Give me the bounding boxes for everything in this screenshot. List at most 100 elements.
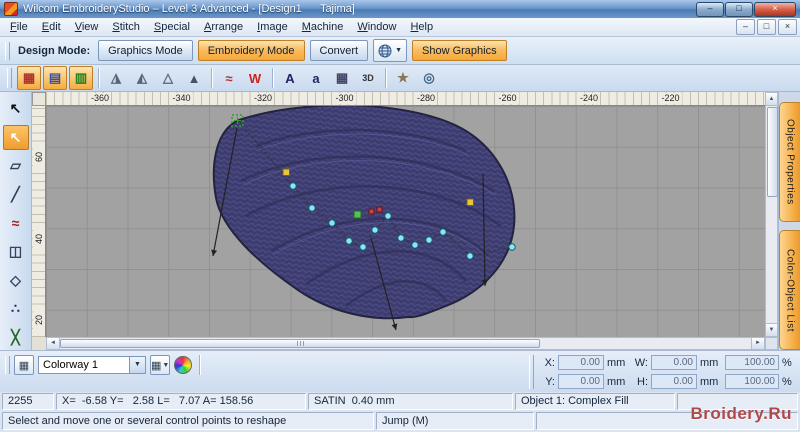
stitch-edit-tool[interactable]: ≈: [3, 210, 29, 236]
title-bar[interactable]: Wilcom EmbroideryStudio – Level 3 Advanc…: [0, 0, 800, 18]
menu-special[interactable]: Special: [147, 18, 197, 36]
menu-image[interactable]: Image: [250, 18, 295, 36]
coordinates-panel: X: mm W: mm % Y: mm H: mm %: [529, 354, 794, 390]
pointer-mode-icon[interactable]: ▦: [17, 66, 41, 90]
close-button[interactable]: ×: [754, 1, 796, 17]
ring-fill-icon[interactable]: ◎: [417, 66, 441, 90]
menu-window[interactable]: Window: [350, 18, 403, 36]
design-view-icon[interactable]: ▥: [69, 66, 93, 90]
selected-object-status: Object 1: Complex Fill: [515, 393, 675, 410]
measure-tool[interactable]: ╳: [3, 325, 29, 351]
chevron-down-icon[interactable]: ▼: [129, 357, 145, 373]
toolbar-separator: [211, 68, 212, 88]
property-bar: ▦ Colorway 1 ▼ ▦ ▼ X: mm W: mm %: [0, 350, 800, 392]
colorway-cluster: ▦ Colorway 1 ▼ ▦ ▼: [5, 355, 203, 375]
menu-help[interactable]: Help: [403, 18, 440, 36]
scale-y-input[interactable]: [725, 374, 779, 389]
embroidery-mode-button[interactable]: Embroidery Mode: [197, 40, 305, 61]
h-label: H:: [637, 375, 648, 388]
ruler-tick: 40: [33, 228, 45, 249]
x-input[interactable]: [558, 355, 604, 370]
scroll-right-icon[interactable]: ►: [751, 338, 764, 349]
menu-edit[interactable]: Edit: [35, 18, 68, 36]
menu-view[interactable]: View: [68, 18, 106, 36]
ruler-tick: -300: [333, 93, 356, 104]
show-graphics-button[interactable]: Show Graphics: [412, 40, 507, 61]
design-mode-label: Design Mode:: [18, 44, 91, 57]
horizontal-scrollbar[interactable]: ◄ ►: [46, 337, 765, 350]
penetration-points-tool[interactable]: ∴: [3, 296, 29, 322]
star-fill-icon[interactable]: ★: [391, 66, 415, 90]
vertical-scroll-thumb[interactable]: [767, 107, 778, 197]
graphics-mode-button[interactable]: Graphics Mode: [98, 40, 193, 61]
w-input[interactable]: [651, 355, 697, 370]
select-object-tool[interactable]: ↖: [3, 96, 29, 122]
stitch-view-icon[interactable]: ▤: [43, 66, 67, 90]
shapes-tool[interactable]: ◇: [3, 267, 29, 293]
ruler-tick: -360: [88, 93, 112, 104]
mdi-close-button[interactable]: ×: [778, 19, 797, 35]
polygon-select-tool[interactable]: ▱: [3, 153, 29, 179]
toolbar-separator: [385, 68, 386, 88]
tab-color-object-list[interactable]: Color-Object List: [779, 230, 800, 350]
column-b-icon[interactable]: ◭: [130, 66, 154, 90]
small-lettering-icon[interactable]: a: [304, 66, 328, 90]
panel-drag-handle[interactable]: [529, 355, 534, 389]
toolbar-drag-handle[interactable]: [5, 41, 10, 60]
h-input[interactable]: [651, 374, 697, 389]
horizontal-scroll-thumb[interactable]: [60, 339, 540, 348]
mdi-restore-button[interactable]: □: [757, 19, 776, 35]
scroll-down-icon[interactable]: ▼: [766, 323, 777, 336]
mdi-controls: – □ ×: [736, 19, 797, 35]
menu-arrange[interactable]: Arrange: [197, 18, 250, 36]
color-dropdown-button[interactable]: ▦ ▼: [150, 355, 171, 375]
lettering-icon[interactable]: A: [278, 66, 302, 90]
thread-palette-icon[interactable]: ▦: [14, 355, 34, 375]
design-mode-toolbar: Design Mode: Graphics Mode Embroidery Mo…: [0, 37, 800, 65]
complex-fill-icon[interactable]: ▲: [182, 66, 206, 90]
ruler-tick: -320: [251, 93, 275, 104]
scale-x-input[interactable]: [725, 355, 779, 370]
tab-color-object-list-label: Color-Object List: [784, 248, 796, 332]
grid-icon[interactable]: ▦: [330, 66, 354, 90]
menu-bar-items: File Edit View Stitch Special Arrange Image Mac…: [3, 18, 440, 36]
knife-tool[interactable]: ╱: [3, 182, 29, 208]
menu-bar: File Edit View Stitch Special Arrange Image Mac…: [0, 18, 800, 37]
threed-view-icon[interactable]: 3D: [356, 66, 380, 90]
run-stitch-icon[interactable]: ≈: [217, 66, 241, 90]
design-canvas[interactable]: [46, 106, 765, 337]
column-a-icon[interactable]: ◮: [104, 66, 128, 90]
scroll-left-icon[interactable]: ◄: [47, 338, 60, 349]
reshape-object-tool[interactable]: ↖: [2, 124, 29, 151]
convert-button[interactable]: Convert: [309, 40, 369, 61]
menu-file[interactable]: File: [3, 18, 35, 36]
menu-machine[interactable]: Machine: [295, 18, 351, 36]
mirror-merge-tool[interactable]: ◫: [3, 239, 29, 265]
column-c-icon[interactable]: △: [156, 66, 180, 90]
toolbar-separator: [98, 68, 99, 88]
toolbar-drag-handle[interactable]: [7, 68, 12, 88]
tab-object-properties-label: Object Properties: [784, 119, 796, 205]
toolbar-separator: [272, 68, 273, 88]
design-object-svg: [211, 106, 516, 331]
scroll-up-icon[interactable]: ▲: [766, 93, 777, 106]
motif-run-icon[interactable]: W: [243, 66, 267, 90]
tab-object-properties[interactable]: Object Properties: [779, 102, 800, 222]
broidery-ru-watermark: Broidery.Ru: [690, 404, 792, 423]
embroidery-object[interactable]: [212, 106, 516, 320]
y-input[interactable]: [558, 374, 604, 389]
app-icon: [4, 2, 18, 16]
status-bar: 2255 X= -6.58 Y= 2.58 L= 7.07 A= 158.56 …: [0, 392, 800, 411]
mdi-minimize-button[interactable]: –: [736, 19, 755, 35]
toolbar-drag-handle[interactable]: [5, 356, 10, 374]
color-wheel-icon[interactable]: [174, 356, 193, 374]
selected-point[interactable]: [353, 210, 362, 219]
vertical-scrollbar[interactable]: ▲ ▼: [765, 92, 778, 337]
minimize-button[interactable]: –: [696, 1, 724, 17]
hoop-globe-button[interactable]: ▼: [373, 39, 408, 62]
colorway-value: Colorway 1: [43, 359, 99, 371]
colorway-select[interactable]: Colorway 1 ▼: [38, 356, 146, 374]
h-unit: mm: [700, 375, 719, 388]
maximize-button[interactable]: □: [725, 1, 753, 17]
menu-stitch[interactable]: Stitch: [105, 18, 147, 36]
